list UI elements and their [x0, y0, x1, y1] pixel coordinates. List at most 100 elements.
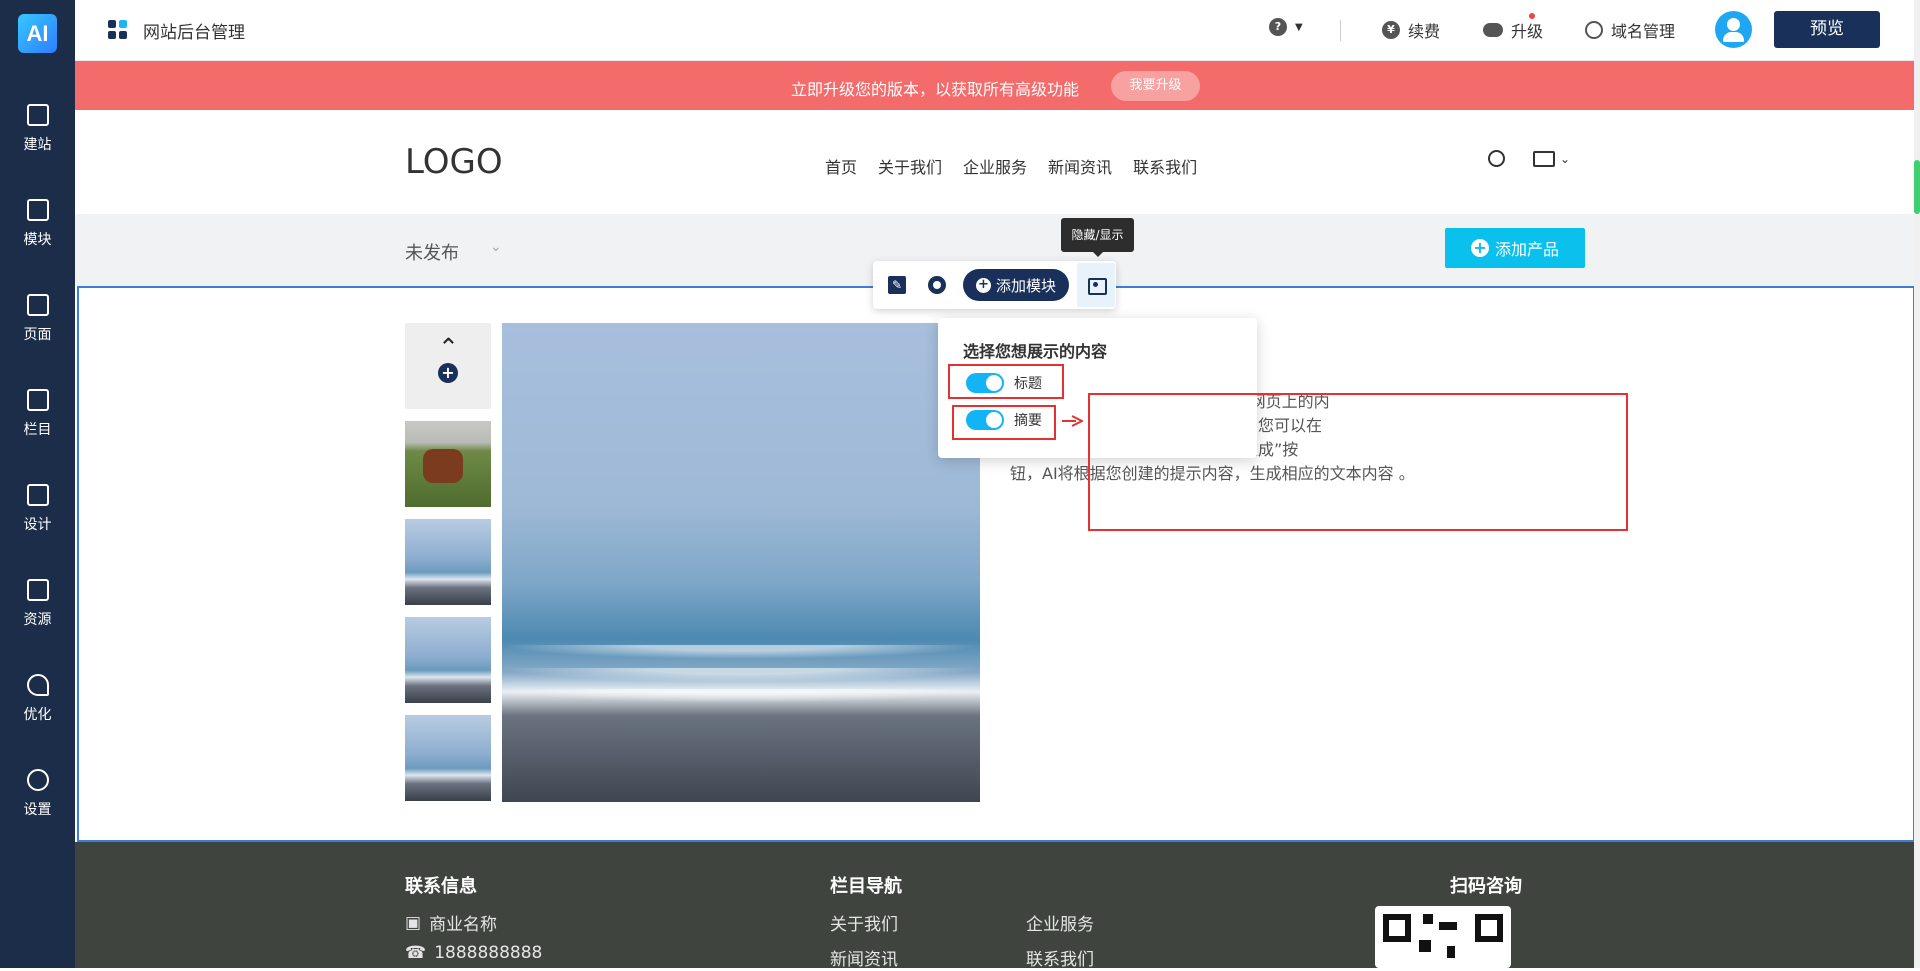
- yen-icon: ¥: [1382, 21, 1400, 39]
- footer-nav-title: 栏目导航: [830, 876, 902, 897]
- rocket-icon: [26, 674, 49, 696]
- contact-info: 联系信息 ▣ 商业名称 ☎ 1888888888: [405, 872, 542, 971]
- sidebar-item-label: 栏目: [23, 422, 52, 438]
- footer-link-news[interactable]: 新闻资讯: [830, 945, 1026, 970]
- summary-content-highlight: [1088, 393, 1628, 531]
- plus-icon: +: [1470, 239, 1489, 257]
- avatar[interactable]: [1715, 11, 1752, 48]
- cow-thumbnail[interactable]: [405, 421, 491, 507]
- chevron-down-icon[interactable]: ⌄: [490, 239, 502, 255]
- footer-link-grid: 关于我们 企业服务 新闻资讯 联系我们: [830, 910, 1146, 970]
- cow-shape: [423, 449, 463, 483]
- sidebar-item-label: 资源: [23, 612, 52, 628]
- preview-button[interactable]: 预览: [1774, 11, 1880, 48]
- top-bar: 网站后台管理 ? ▼ ¥ 续费 升级 域名管理 预览: [75, 0, 1920, 61]
- ai-icon: [26, 104, 49, 126]
- edit-icon[interactable]: ✎: [888, 276, 906, 294]
- upgrade-label: 升级: [1511, 22, 1544, 41]
- sitemap-icon: [26, 389, 49, 411]
- nav-contact[interactable]: 联系我们: [1133, 154, 1197, 178]
- domain-management-button[interactable]: 域名管理: [1585, 18, 1675, 42]
- qr-dot: [1419, 940, 1431, 952]
- sidebar-item-settings[interactable]: 设置: [0, 769, 75, 839]
- module-icon: [26, 199, 49, 221]
- nav-about[interactable]: 关于我们: [878, 154, 942, 178]
- footer-link-services[interactable]: 企业服务: [1026, 910, 1146, 935]
- grid-icon: [108, 20, 128, 40]
- ai-logo[interactable]: AI: [18, 14, 57, 53]
- nav-home[interactable]: 首页: [825, 154, 857, 178]
- cloud-upload-icon: [1483, 23, 1503, 37]
- hide-show-button[interactable]: [1077, 263, 1115, 307]
- add-thumbnail-icon[interactable]: +: [438, 363, 458, 383]
- phone-icon: ☎: [405, 943, 427, 963]
- sidebar-item-resource[interactable]: 资源: [0, 579, 75, 649]
- page-scrollbar[interactable]: [1914, 0, 1920, 968]
- renew-label: 续费: [1408, 22, 1441, 41]
- sidebar-item-module[interactable]: 模块: [0, 199, 75, 269]
- upgrade-now-button[interactable]: 我要升级: [1111, 71, 1200, 101]
- summary-highlight-box: [952, 405, 1056, 440]
- sidebar-item-label: 建站: [23, 137, 52, 153]
- contact-title: 联系信息: [405, 876, 477, 897]
- help-icon: ?: [1269, 18, 1287, 36]
- mail-icon[interactable]: [1533, 150, 1555, 167]
- qr-consult: 扫码咨询: [1450, 872, 1522, 910]
- building-icon: ▣: [405, 912, 422, 933]
- site-logo[interactable]: LOGO: [405, 142, 503, 182]
- notification-dot: [1529, 13, 1535, 19]
- hide-show-tooltip: 隐藏/显示: [1061, 218, 1134, 257]
- publish-status[interactable]: 未发布: [405, 239, 459, 265]
- sea-thumbnail[interactable]: [405, 519, 491, 605]
- help-dropdown[interactable]: ? ▼: [1269, 18, 1303, 36]
- add-module-label: 添加模块: [995, 276, 1056, 295]
- add-module-button[interactable]: + 添加模块: [963, 269, 1069, 301]
- phone-number: 1888888888: [434, 943, 543, 963]
- footer-nav: 栏目导航 关于我们 企业服务 新闻资讯 联系我们: [830, 872, 1146, 970]
- footer-link-about[interactable]: 关于我们: [830, 910, 1026, 935]
- chevron-up-icon[interactable]: ⌃: [438, 333, 459, 362]
- sidebar-item-optimize[interactable]: 优化: [0, 674, 75, 744]
- qr-dot: [1447, 946, 1455, 958]
- nav-services[interactable]: 企业服务: [963, 154, 1027, 178]
- qr-finder: [1383, 914, 1411, 942]
- domain-label: 域名管理: [1611, 22, 1676, 41]
- sidebar-item-label: 设置: [23, 802, 52, 818]
- site-footer: 联系信息 ▣ 商业名称 ☎ 1888888888 栏目导航 关于我们 企业服务 新闻…: [75, 842, 1915, 971]
- left-sidebar: AI 建站 模块 页面 栏目 设计 资源 优化 设置: [0, 0, 75, 968]
- renew-button[interactable]: ¥ 续费: [1382, 18, 1440, 42]
- add-product-label: 添加产品: [1494, 240, 1559, 259]
- sidebar-item-label: 优化: [23, 707, 52, 723]
- title-highlight-box: [948, 364, 1064, 399]
- sidebar-item-label: 设计: [23, 517, 52, 533]
- image-icon: [26, 579, 49, 601]
- chevron-down-icon: ▼: [1295, 21, 1303, 33]
- wave-highlight: [502, 645, 980, 659]
- thumbnail-controls[interactable]: ⌃ +: [405, 323, 491, 409]
- annotation-arrow: [1062, 415, 1083, 427]
- add-product-button[interactable]: + 添加产品: [1445, 228, 1585, 268]
- site-nav: 首页 关于我们 企业服务 新闻资讯 联系我们: [825, 154, 1197, 178]
- chevron-down-icon[interactable]: ⌄: [1560, 152, 1570, 166]
- upgrade-button[interactable]: 升级: [1483, 13, 1544, 42]
- sidebar-item-label: 模块: [23, 232, 52, 248]
- footer-link-contact[interactable]: 联系我们: [1026, 945, 1146, 970]
- globe-icon: [1585, 21, 1603, 39]
- scrollbar-thumb[interactable]: [1914, 160, 1920, 214]
- qr-finder: [1475, 914, 1503, 942]
- sidebar-item-design[interactable]: 设计: [0, 484, 75, 554]
- search-icon[interactable]: [1488, 150, 1505, 167]
- qr-code: [1375, 906, 1511, 968]
- sidebar-item-column[interactable]: 栏目: [0, 389, 75, 459]
- settings-icon: [26, 769, 49, 791]
- sidebar-item-build[interactable]: 建站: [0, 104, 75, 174]
- settings-icon[interactable]: [928, 276, 946, 294]
- plus-icon: +: [975, 277, 991, 293]
- sea-thumbnail[interactable]: [405, 617, 491, 703]
- sea-thumbnail[interactable]: [405, 715, 491, 801]
- nav-news[interactable]: 新闻资讯: [1048, 154, 1112, 178]
- thumbnail-list: ⌃ +: [405, 323, 491, 812]
- sidebar-item-label: 页面: [23, 327, 52, 343]
- sidebar-item-page[interactable]: 页面: [0, 294, 75, 364]
- product-main-image[interactable]: [502, 323, 980, 802]
